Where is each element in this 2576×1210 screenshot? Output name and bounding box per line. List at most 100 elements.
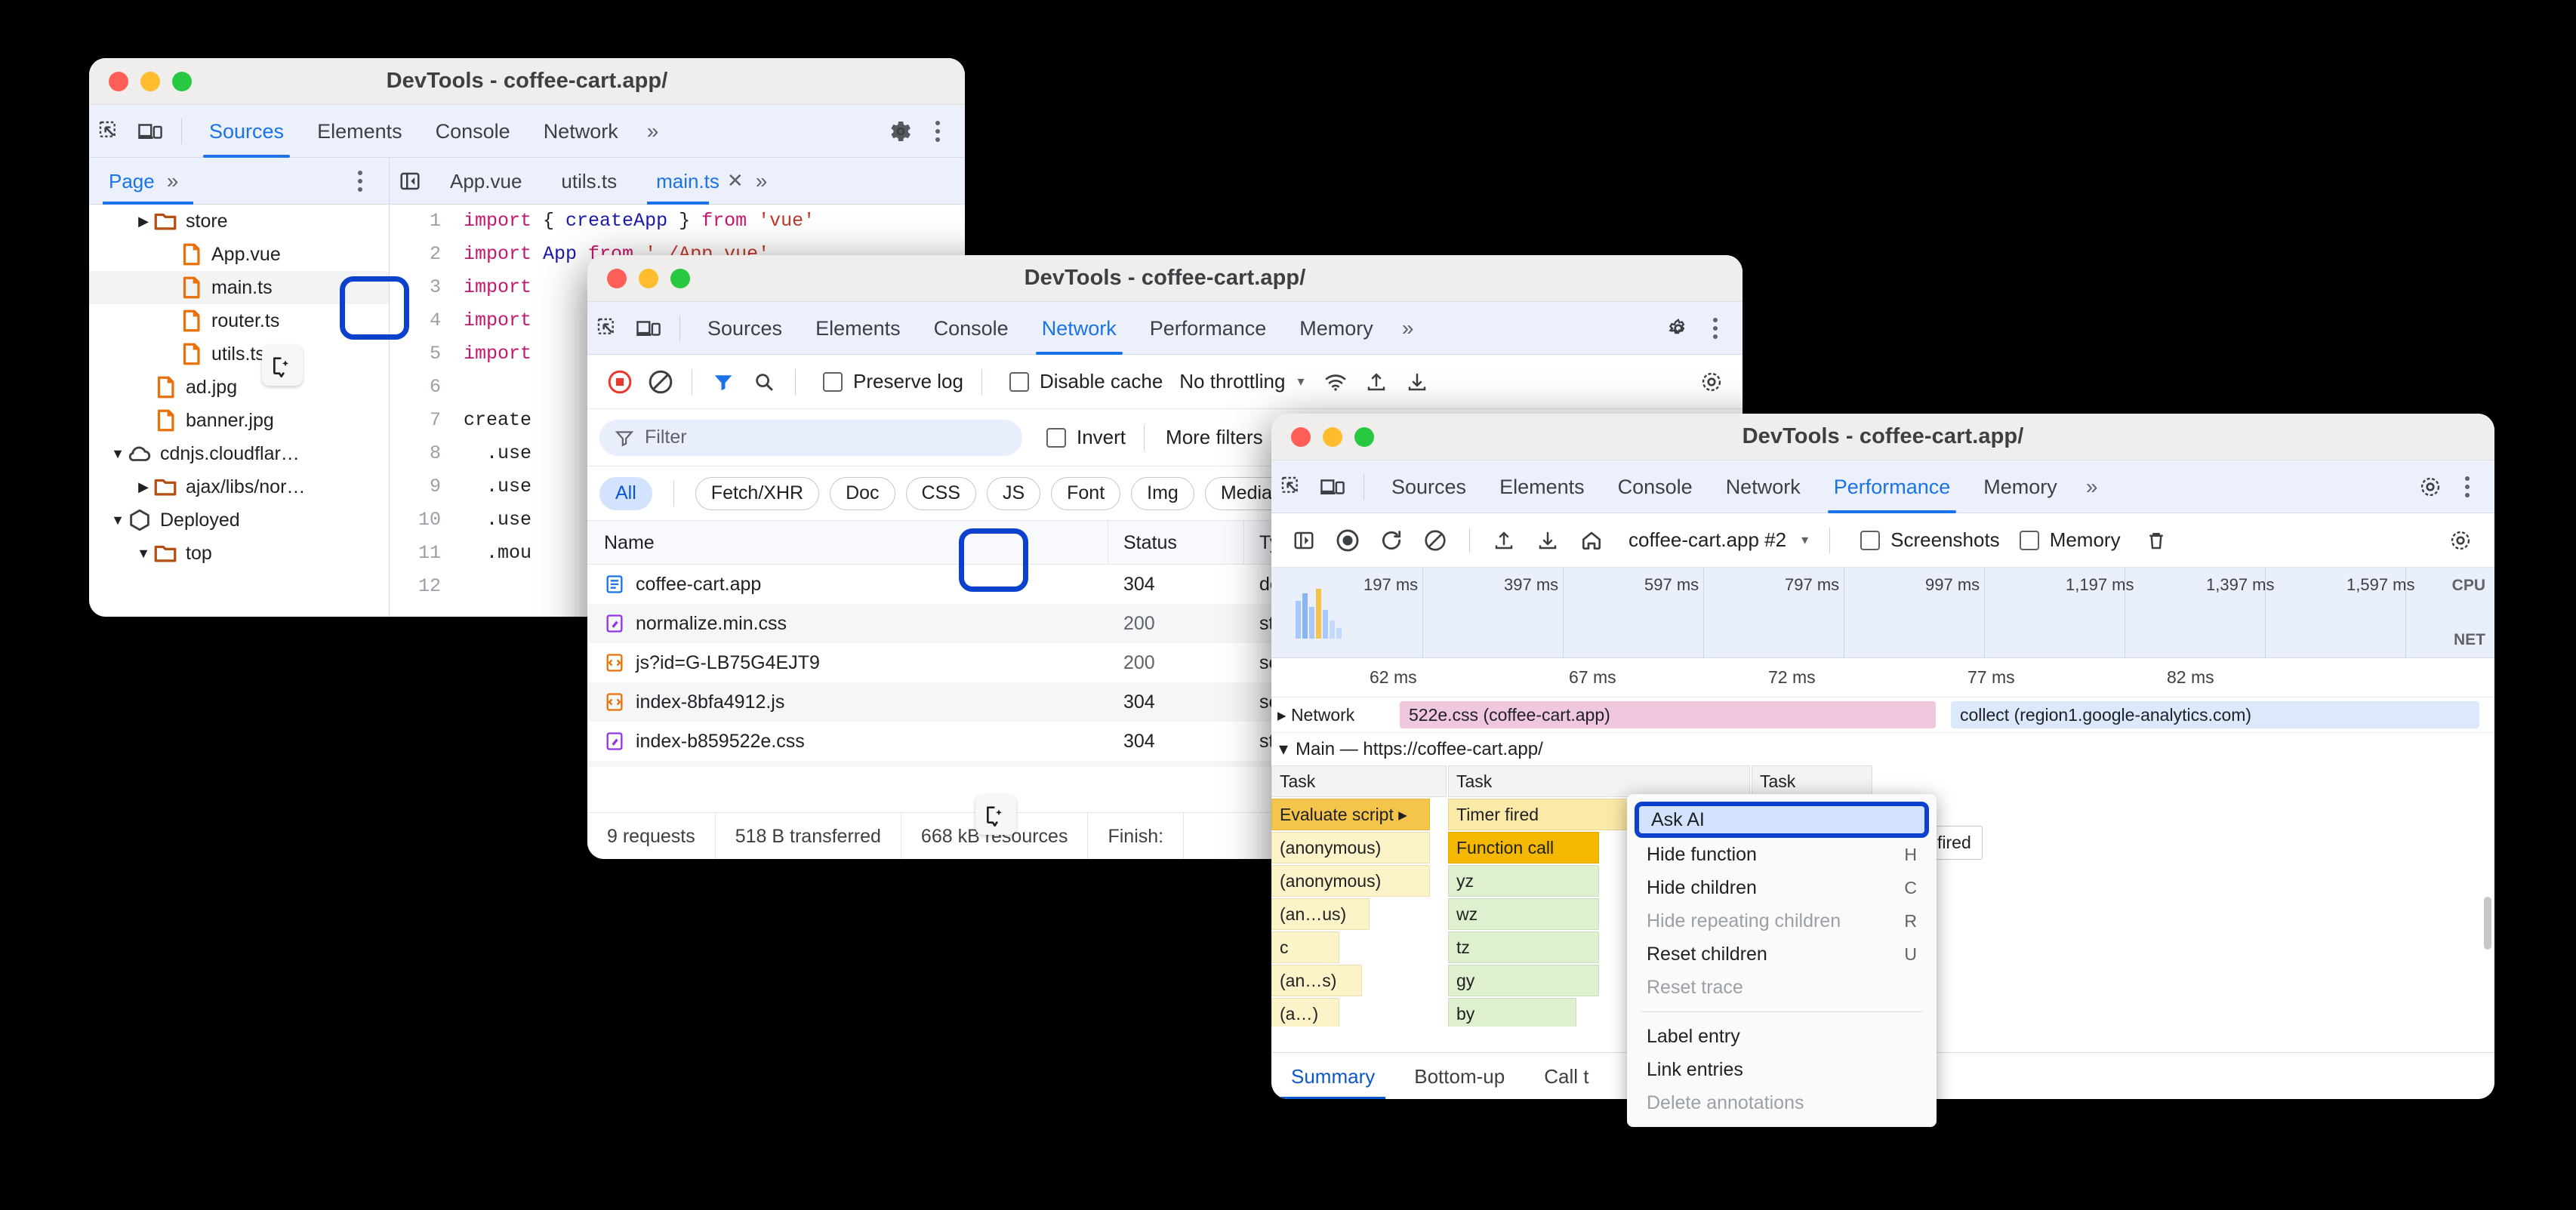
code-line[interactable]: import { createApp } from 'vue' xyxy=(464,205,815,238)
device-toggle-icon[interactable] xyxy=(628,308,669,349)
file-tree-item[interactable]: main.ts xyxy=(89,271,389,304)
navigator-kebab-icon[interactable] xyxy=(344,170,377,192)
file-tree-item[interactable]: App.vue xyxy=(89,238,389,271)
record-circle-icon[interactable] xyxy=(1327,520,1368,561)
tab-summary[interactable]: Summary xyxy=(1271,1053,1394,1099)
file-tree-item[interactable]: router.ts xyxy=(89,304,389,337)
flame-chart-entry[interactable]: (anonymous) xyxy=(1271,865,1430,897)
tab-performance[interactable]: Performance xyxy=(1133,302,1283,355)
navigator-more-icon[interactable]: » xyxy=(155,169,191,193)
column-header-status[interactable]: Status xyxy=(1108,520,1244,565)
throttling-select[interactable]: No throttling xyxy=(1179,370,1285,393)
file-navigator-tree[interactable]: ▶ store App.vue main.ts router.ts utils.ts ad.… xyxy=(89,205,390,617)
tab-elements[interactable]: Elements xyxy=(1483,460,1601,513)
panel-collapse-icon[interactable] xyxy=(390,161,430,202)
checkbox-box[interactable] xyxy=(2019,530,2039,550)
context-menu-item-label-entry[interactable]: Label entry xyxy=(1627,1020,1937,1053)
chevron-right-icon[interactable]: ▶ xyxy=(134,214,153,229)
file-tree-item[interactable]: banner.jpg xyxy=(89,404,389,437)
request-name[interactable]: index-b859522e.css xyxy=(587,731,1108,753)
tab-network[interactable]: Network xyxy=(527,105,635,158)
file-tree-item[interactable]: ▼ cdnjs.cloudflar… xyxy=(89,437,389,470)
chevron-double-right-icon[interactable]: » xyxy=(1390,316,1426,340)
download-icon[interactable] xyxy=(1397,362,1437,402)
more-filters-button[interactable]: More filters xyxy=(1166,426,1263,449)
resource-type-chip-font[interactable]: Font xyxy=(1051,476,1121,510)
screenshots-checkbox[interactable]: Screenshots xyxy=(1860,528,2000,552)
gear-icon[interactable] xyxy=(2410,466,2451,507)
kebab-menu-icon[interactable] xyxy=(921,111,954,152)
context-menu-item-hide-function[interactable]: Hide function H xyxy=(1627,838,1937,871)
request-name[interactable]: index-8bfa4912.js xyxy=(587,691,1108,713)
search-input[interactable]: Filter xyxy=(599,419,1022,456)
flame-chart-entry[interactable]: (a…) xyxy=(1271,998,1339,1027)
request-name[interactable]: coffee-cart.app xyxy=(587,574,1108,596)
flame-chart-entry[interactable]: gy xyxy=(1448,965,1599,996)
funnel-icon[interactable] xyxy=(703,362,744,402)
resource-type-chip-js[interactable]: JS xyxy=(986,476,1041,510)
tab-network[interactable]: Network xyxy=(1025,302,1133,355)
inspect-element-icon[interactable] xyxy=(89,111,130,152)
expand-icon[interactable]: ▸ xyxy=(1277,705,1286,725)
collapse-icon[interactable]: ▾ xyxy=(1279,738,1288,760)
file-tree-item[interactable]: ▼ Deployed xyxy=(89,503,389,537)
gear-icon[interactable] xyxy=(1658,308,1699,349)
preserve-log-checkbox[interactable]: Preserve log xyxy=(823,370,963,393)
chevron-double-right-icon[interactable]: » xyxy=(2074,475,2110,499)
editor-tab-maints[interactable]: main.ts xyxy=(636,158,739,205)
ask-ai-sparkle-icon[interactable] xyxy=(262,345,303,386)
context-menu-item-reset-children[interactable]: Reset children U xyxy=(1627,938,1937,971)
flame-chart-entry[interactable]: Function call xyxy=(1448,832,1599,864)
context-menu-item-ask-ai[interactable]: Ask AI xyxy=(1635,802,1929,838)
navigator-tab-page[interactable]: Page xyxy=(89,158,155,205)
main-track-header[interactable]: ▾ Main — https://coffee-cart.app/ xyxy=(1271,732,2494,765)
disable-cache-checkbox[interactable]: Disable cache xyxy=(1009,370,1163,393)
resource-type-chip-fetch-xhr[interactable]: Fetch/XHR xyxy=(695,476,820,510)
tab-elements[interactable]: Elements xyxy=(300,105,419,158)
file-tree-item[interactable]: ▶ store xyxy=(89,205,389,238)
resource-type-chip-doc[interactable]: Doc xyxy=(830,476,895,510)
upload-icon[interactable] xyxy=(1484,520,1524,561)
task-box-1[interactable]: Task xyxy=(1271,765,1447,797)
file-tree-item[interactable]: utils.ts xyxy=(89,337,389,371)
gear-icon[interactable] xyxy=(2440,520,2481,561)
ask-ai-sparkle-icon[interactable] xyxy=(975,794,1016,835)
request-name[interactable]: js?id=G-LB75G4EJT9 xyxy=(587,652,1108,674)
network-request-bar-collect[interactable]: collect (region1.google-analytics.com) xyxy=(1951,701,2479,728)
tab-sources[interactable]: Sources xyxy=(193,105,300,158)
trace-select[interactable]: coffee-cart.app #2 xyxy=(1628,528,1786,552)
context-menu-item-hide-children[interactable]: Hide children C xyxy=(1627,871,1937,904)
clear-icon[interactable] xyxy=(640,362,681,402)
tab-sources[interactable]: Sources xyxy=(691,302,799,355)
flame-chart-entry[interactable]: Evaluate script ▸ xyxy=(1271,799,1430,830)
editor-tab-appvue[interactable]: App.vue xyxy=(430,158,541,205)
memory-checkbox[interactable]: Memory xyxy=(2019,528,2121,552)
task-box-2[interactable]: Task xyxy=(1448,765,1750,797)
context-menu-item-link-entries[interactable]: Link entries xyxy=(1627,1053,1937,1086)
column-header-name[interactable]: Name xyxy=(587,520,1108,565)
clear-icon[interactable] xyxy=(1415,520,1456,561)
flame-chart-entry[interactable]: yz xyxy=(1448,865,1599,897)
resource-type-chip-css[interactable]: CSS xyxy=(905,476,976,510)
tab-elements[interactable]: Elements xyxy=(799,302,917,355)
flame-chart-entry[interactable]: by xyxy=(1448,998,1576,1027)
chevron-down-icon[interactable]: ▼ xyxy=(134,546,153,562)
panel-toggle-icon[interactable] xyxy=(1283,520,1324,561)
flame-chart-entry[interactable]: c xyxy=(1271,931,1339,963)
tab-bottom-up[interactable]: Bottom-up xyxy=(1394,1053,1524,1100)
editor-tab-utilsts[interactable]: utils.ts xyxy=(541,158,636,205)
file-tree-item[interactable]: ▼ top xyxy=(89,537,389,570)
flame-chart-entry[interactable]: (an…us) xyxy=(1271,898,1370,930)
record-stop-icon[interactable] xyxy=(599,362,640,402)
garbage-collect-icon[interactable] xyxy=(2136,520,2177,561)
flame-chart-entry[interactable]: tz xyxy=(1448,931,1599,963)
chevron-down-icon[interactable]: ▼ xyxy=(109,446,127,462)
flame-chart-entry[interactable]: (anonymous) xyxy=(1271,832,1430,864)
file-tree-item[interactable]: ad.jpg xyxy=(89,371,389,404)
tab-performance[interactable]: Performance xyxy=(1817,460,1967,513)
tab-memory[interactable]: Memory xyxy=(1283,302,1390,355)
editor-tabs-more-icon[interactable]: » xyxy=(744,169,780,193)
network-track[interactable]: ▸ Network 522e.css (coffee-cart.app) col… xyxy=(1271,697,2494,732)
resource-type-chip-img[interactable]: Img xyxy=(1131,476,1194,510)
flame-chart-entry[interactable]: (an…s) xyxy=(1271,965,1362,996)
